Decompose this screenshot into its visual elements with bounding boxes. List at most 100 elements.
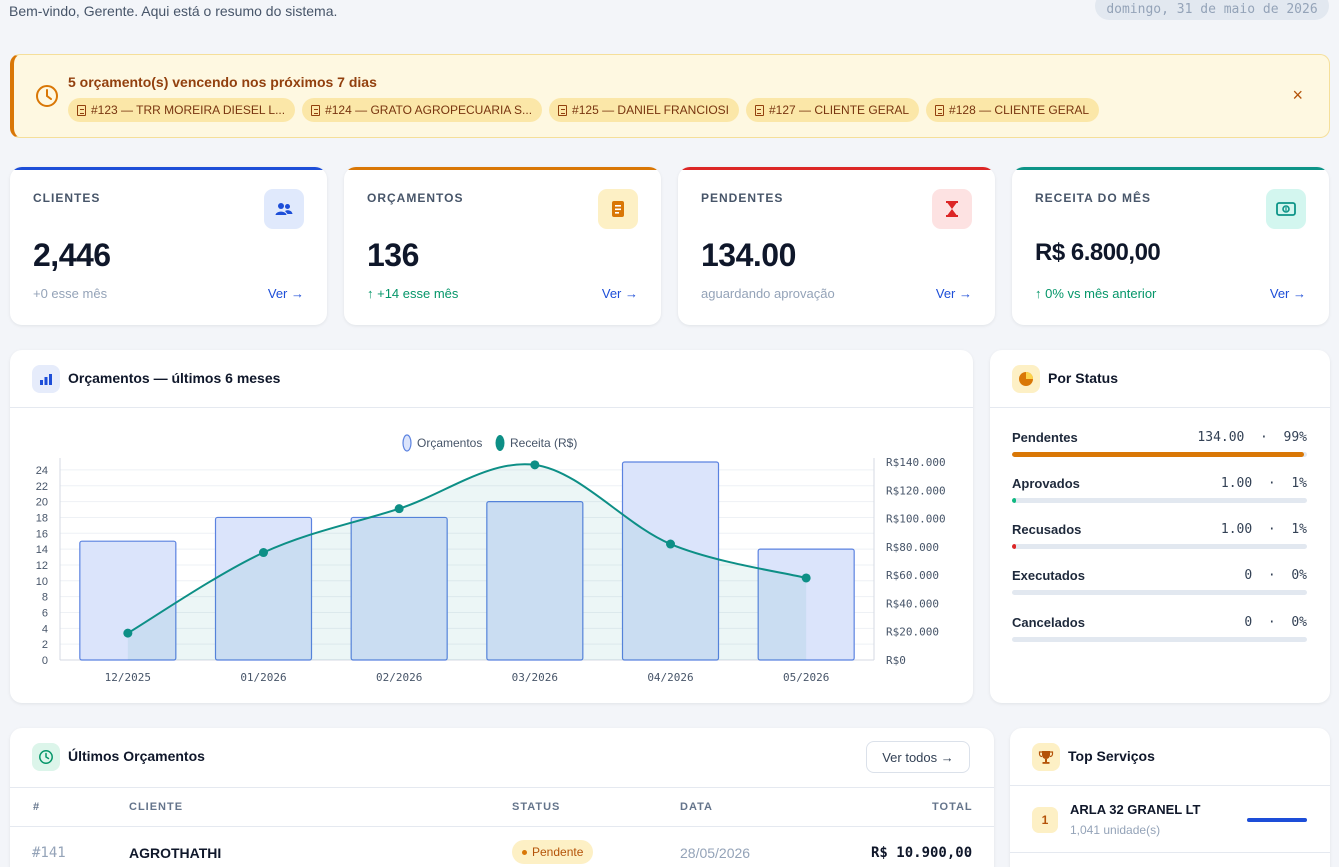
status-row-cancelados: Cancelados 0 · 0% <box>1012 615 1307 642</box>
y-tick-label: 12 <box>36 560 48 572</box>
x-tick-label: 02/2026 <box>376 671 422 684</box>
y-tick-label: 8 <box>42 592 48 604</box>
hourglass-icon <box>932 189 972 229</box>
panel-title: Top Serviços <box>1068 748 1155 764</box>
revenue-point <box>530 460 540 470</box>
y-tick-label: 14 <box>36 544 48 556</box>
stat-value: 136 <box>367 237 419 273</box>
card-accent-bar <box>10 167 327 170</box>
y2-tick-label: R$80.000 <box>886 541 939 554</box>
y-tick-label: 10 <box>36 576 48 588</box>
service-name: ARLA 32 GRANEL LT <box>1070 802 1201 817</box>
card-accent-bar <box>1012 167 1329 170</box>
x-tick-label: 12/2025 <box>105 671 151 684</box>
stat-label: ORÇAMENTOS <box>367 191 464 205</box>
view-all-button[interactable]: Ver todos → <box>866 741 970 773</box>
expiring-quotes-alert: 5 orçamento(s) vencendo nos próximos 7 d… <box>10 54 1330 138</box>
alert-chip-list: #123 — TRR MOREIRA DIESEL L... #124 — GR… <box>68 98 1100 122</box>
stat-label: RECEITA DO MÊS <box>1035 191 1152 205</box>
card-accent-bar <box>678 167 995 170</box>
column-header-status: STATUS <box>512 801 561 813</box>
column-header-client: CLIENTE <box>129 801 184 813</box>
status-value: 1.00 · 1% <box>1220 476 1307 491</box>
column-header-date: DATA <box>680 801 713 813</box>
column-header-id: # <box>33 801 41 813</box>
alert-chip-label: #123 — TRR MOREIRA DIESEL L... <box>91 103 286 117</box>
y2-tick-label: R$60.000 <box>886 569 939 582</box>
alert-title: 5 orçamento(s) vencendo nos próximos 7 d… <box>68 74 377 90</box>
y-tick-label: 4 <box>42 623 48 635</box>
document-icon <box>311 104 321 116</box>
status-row-executados: Executados 0 · 0% <box>1012 568 1307 595</box>
panel-title: Por Status <box>1048 370 1119 386</box>
panel-header: Por Status <box>990 350 1330 408</box>
y-tick-label: 22 <box>36 481 48 493</box>
alert-chip[interactable]: #128 — CLIENTE GERAL <box>926 98 1100 122</box>
rank-badge: 1 <box>1032 807 1058 833</box>
clock-icon <box>32 743 60 771</box>
document-icon <box>558 104 568 116</box>
y-tick-label: 0 <box>42 655 48 667</box>
status-dot <box>522 849 527 855</box>
alert-chip-label: #124 — GRATO AGROPECUARIA S... <box>325 103 533 117</box>
status-progress-track <box>1012 544 1307 549</box>
y2-tick-label: R$120.000 <box>886 484 946 497</box>
status-progress-fill <box>1012 498 1016 503</box>
y2-tick-label: R$140.000 <box>886 456 946 469</box>
legend-label-bars: Orçamentos <box>417 436 482 450</box>
status-row-pendentes: Pendentes 134.00 · 99% <box>1012 430 1307 457</box>
close-icon[interactable]: × <box>1292 85 1303 105</box>
status-progress-fill <box>1012 544 1016 549</box>
panel-header: Top Serviços <box>1010 728 1330 786</box>
view-quotes-link[interactable]: Ver → <box>602 286 638 301</box>
view-revenue-link[interactable]: Ver → <box>1270 286 1306 301</box>
y-tick-label: 2 <box>42 639 48 651</box>
document-icon <box>598 189 638 229</box>
stat-label: PENDENTES <box>701 191 784 205</box>
y-tick-label: 6 <box>42 607 48 619</box>
stat-value: 2,446 <box>33 237 111 273</box>
status-value: 1.00 · 1% <box>1220 522 1307 537</box>
clock-icon <box>36 85 58 107</box>
stat-card-pendentes: PENDENTES 134.00 aguardando aprovação Ve… <box>678 167 995 325</box>
alert-chip[interactable]: #125 — DANIEL FRANCIOSI <box>549 98 739 122</box>
panel-title: Últimos Orçamentos <box>68 748 205 764</box>
document-icon <box>754 104 764 116</box>
revenue-point <box>801 573 811 583</box>
legend-swatch-bars <box>402 434 412 452</box>
x-tick-label: 03/2026 <box>512 671 558 684</box>
stat-note: aguardando aprovação <box>701 286 835 301</box>
quote-date: 28/05/2026 <box>680 845 751 861</box>
alert-chip-label: #125 — DANIEL FRANCIOSI <box>572 103 729 117</box>
status-progress-track <box>1012 498 1307 503</box>
stat-card-clientes: CLIENTES 2,446 +0 esse mês Ver → <box>10 167 327 325</box>
y-tick-label: 24 <box>36 465 48 477</box>
status-value: 0 · 0% <box>1244 615 1307 630</box>
y2-tick-label: R$0 <box>886 654 906 667</box>
view-clients-link[interactable]: Ver → <box>268 286 304 301</box>
stat-value: R$ 6.800,00 <box>1035 239 1161 266</box>
top-services-panel: Top Serviços 1 ARLA 32 GRANEL LT 1,041 u… <box>1010 728 1330 867</box>
alert-chip[interactable]: #127 — CLIENTE GERAL <box>745 98 920 122</box>
y-tick-label: 18 <box>36 512 48 524</box>
table-divider <box>10 826 994 827</box>
legend-swatch-line <box>495 435 505 451</box>
revenue-point <box>666 539 675 549</box>
x-tick-label: 05/2026 <box>783 671 829 684</box>
view-pending-link[interactable]: Ver → <box>936 286 972 301</box>
status-badge: Pendente <box>512 840 594 864</box>
status-panel: Por Status Pendentes 134.00 · 99% Aprovado… <box>990 350 1330 703</box>
document-icon <box>935 104 945 116</box>
document-icon <box>77 104 86 116</box>
column-header-total: TOTAL <box>932 801 973 813</box>
status-badge-label: Pendente <box>532 845 584 859</box>
y2-tick-label: R$40.000 <box>886 597 939 610</box>
alert-chip-label: #127 — CLIENTE GERAL <box>768 103 910 117</box>
alert-chip[interactable]: #124 — GRATO AGROPECUARIA S... <box>302 98 543 122</box>
status-progress-track <box>1012 637 1307 642</box>
y2-tick-label: R$20.000 <box>886 626 939 639</box>
alert-chip[interactable]: #123 — TRR MOREIRA DIESEL L... <box>68 98 296 122</box>
service-share-track <box>1247 818 1307 822</box>
pie-chart-icon <box>1012 365 1040 393</box>
alert-chip-label: #128 — CLIENTE GERAL <box>949 103 1090 117</box>
